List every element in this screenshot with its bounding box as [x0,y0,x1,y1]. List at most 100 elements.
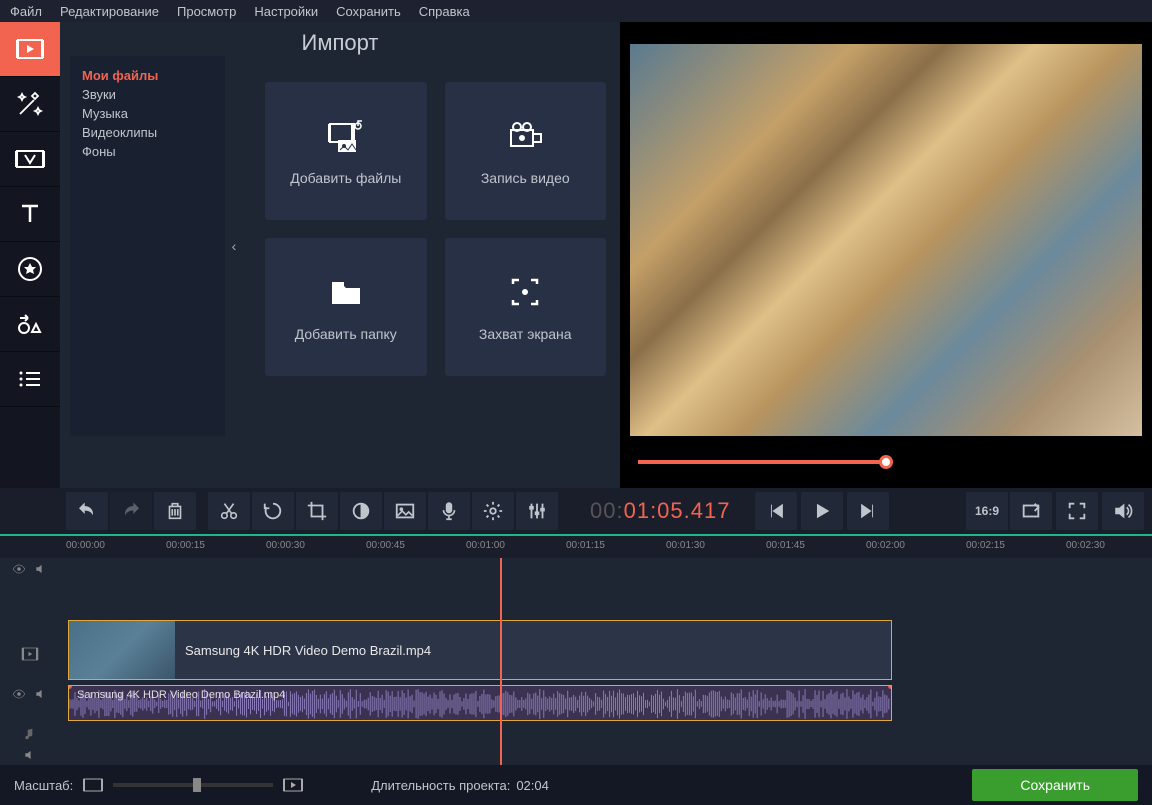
video-clip[interactable]: Samsung 4K HDR Video Demo Brazil.mp4 [68,620,892,680]
ruler-tick: 00:02:00 [866,540,905,551]
ruler-tick: 00:00:15 [166,540,205,551]
track-controls-music [0,746,60,764]
ruler-tick: 00:02:30 [1066,540,1105,551]
zoom-label: Масштаб: [14,778,73,793]
menu-file[interactable]: Файл [10,4,42,19]
crop-button[interactable] [296,492,338,530]
category-backgrounds[interactable]: Фоны [82,142,213,161]
add-folder-label: Добавить папку [295,326,397,342]
sidebar-filters[interactable] [0,77,60,132]
zoom-in-icon[interactable] [283,778,303,792]
preview-video[interactable] [630,44,1142,436]
preview-progress-thumb[interactable] [879,455,893,469]
sidebar [0,22,60,488]
menu-edit[interactable]: Редактирование [60,4,159,19]
volume-button[interactable] [1102,492,1144,530]
equalizer-button[interactable] [516,492,558,530]
menu-view[interactable]: Просмотр [177,4,236,19]
color-button[interactable] [340,492,382,530]
add-folder-icon [324,272,368,312]
category-music[interactable]: Музыка [82,104,213,123]
delete-button[interactable] [154,492,196,530]
sidebar-import[interactable] [0,22,60,77]
speaker-icon[interactable] [23,748,37,762]
audio-clip-label: Samsung 4K HDR Video Demo Brazil.mp4 [77,689,285,701]
track-label-music [0,724,60,744]
ruler-tick: 00:01:45 [766,540,805,551]
ruler-tick: 00:01:15 [566,540,605,551]
prev-button[interactable] [755,492,797,530]
settings-button[interactable] [472,492,514,530]
timeline-ruler[interactable]: 00:00:00 00:00:15 00:00:30 00:00:45 00:0… [0,534,1152,558]
ruler-tick: 00:02:15 [966,540,1005,551]
toolbar: 00:01:05.417 16:9 [0,488,1152,534]
ruler-tick: 00:01:00 [466,540,505,551]
track-controls-audio [0,684,60,704]
screen-capture-icon [503,272,547,312]
duration-label: Длительность проекта: [371,778,510,793]
sidebar-stickers[interactable] [0,242,60,297]
record-video-button[interactable]: Запись видео [445,82,607,220]
preview-progress-fill [638,460,886,464]
preview-panel [620,22,1152,488]
screen-capture-button[interactable]: Захват экрана [445,238,607,376]
sidebar-more[interactable] [0,352,60,407]
play-button[interactable] [801,492,843,530]
next-button[interactable] [847,492,889,530]
category-videoclips[interactable]: Видеоклипы [82,123,213,142]
sidebar-shapes[interactable] [0,297,60,352]
track-label-video [0,624,60,684]
add-folder-button[interactable]: Добавить папку [265,238,427,376]
ruler-tick: 00:01:30 [666,540,705,551]
zoom-out-icon[interactable] [83,778,103,792]
add-files-icon [324,116,368,156]
category-sounds[interactable]: Звуки [82,85,213,104]
panel-title: Импорт [60,30,620,56]
record-video-icon [503,116,547,156]
track-controls-overlay [0,560,60,578]
export-frame-button[interactable] [1010,492,1052,530]
clip-label: Samsung 4K HDR Video Demo Brazil.mp4 [185,643,431,658]
playhead[interactable] [500,558,502,765]
screen-capture-label: Захват экрана [479,326,572,342]
ruler-tick: 00:00:30 [266,540,305,551]
save-button[interactable]: Сохранить [972,769,1138,801]
footer: Масштаб: Длительность проекта: 02:04 Сох… [0,765,1152,805]
speaker-icon[interactable] [34,687,48,701]
preview-progress[interactable] [638,452,1134,482]
menu-help[interactable]: Справка [419,4,470,19]
duration-value: 02:04 [516,778,549,793]
cut-button[interactable] [208,492,250,530]
redo-button[interactable] [110,492,152,530]
collapse-handle[interactable]: ‹ [226,222,242,270]
add-files-button[interactable]: Добавить файлы [265,82,427,220]
fullscreen-button[interactable] [1056,492,1098,530]
audio-clip[interactable]: Samsung 4K HDR Video Demo Brazil.mp4 [68,685,892,721]
sidebar-titles[interactable] [0,187,60,242]
menu-settings[interactable]: Настройки [254,4,318,19]
record-video-label: Запись видео [481,170,570,186]
aspect-ratio-button[interactable]: 16:9 [966,492,1008,530]
zoom-slider[interactable] [113,783,273,787]
ruler-tick: 00:00:00 [66,540,105,551]
ruler-tick: 00:00:45 [366,540,405,551]
rotate-button[interactable] [252,492,294,530]
menu-save[interactable]: Сохранить [336,4,401,19]
eye-icon[interactable] [12,562,26,576]
video-track-icon [18,645,42,663]
timeline-tracks: Samsung 4K HDR Video Demo Brazil.mp4 Sam… [0,558,1152,765]
category-myfiles[interactable]: Мои файлы [82,66,213,85]
import-panel: Импорт Мои файлы Звуки Музыка Видеоклипы… [60,22,620,488]
eye-icon[interactable] [12,687,26,701]
timecode: 00:01:05.417 [590,498,730,525]
import-categories: Мои файлы Звуки Музыка Видеоклипы Фоны [70,56,225,436]
undo-button[interactable] [66,492,108,530]
sidebar-transitions[interactable] [0,132,60,187]
speaker-icon[interactable] [34,562,48,576]
music-note-icon [23,727,37,741]
clip-thumbnail [69,621,175,679]
image-button[interactable] [384,492,426,530]
menubar: Файл Редактирование Просмотр Настройки С… [0,0,1152,22]
add-files-label: Добавить файлы [290,170,401,186]
mic-button[interactable] [428,492,470,530]
